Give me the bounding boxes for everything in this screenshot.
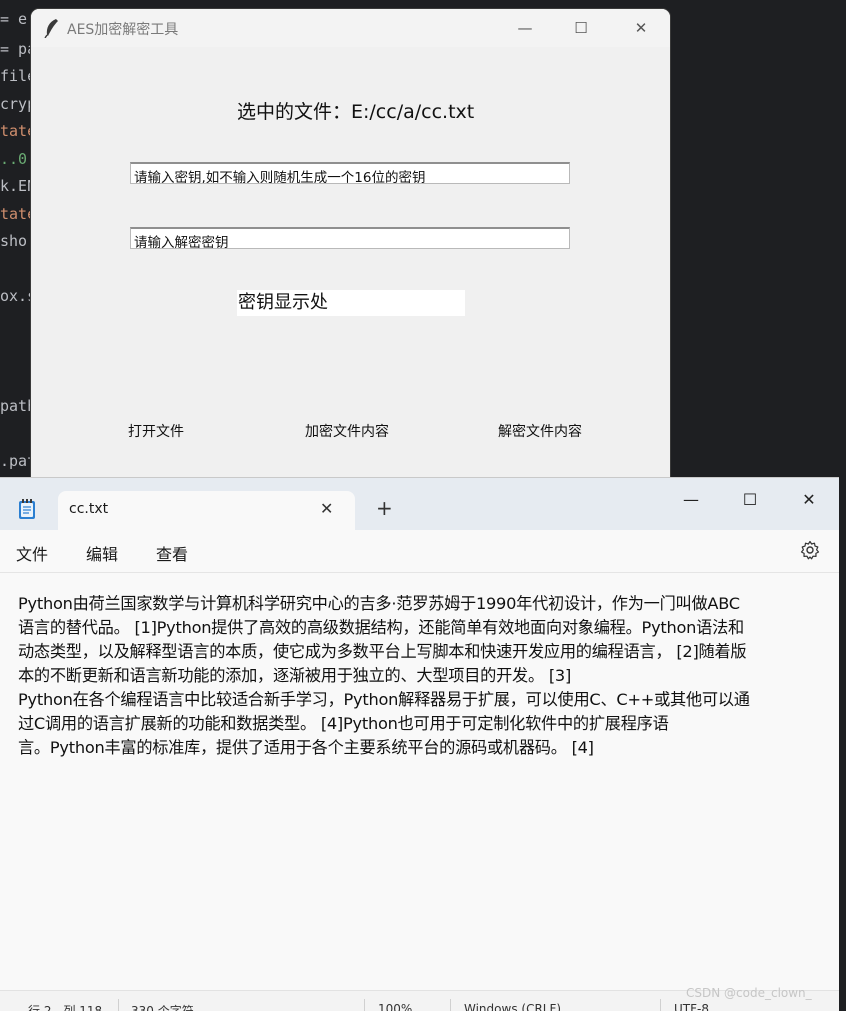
status-separator [364,999,365,1011]
notepad-tab[interactable]: cc.txt ✕ [58,491,355,530]
open-file-button[interactable]: 打开文件 [128,421,184,441]
close-icon: ✕ [802,489,816,509]
status-separator [118,999,119,1011]
menu-divider [0,572,839,573]
menu-view[interactable]: 查看 [156,541,188,565]
aes-window-title: AES加密解密工具 [67,22,179,38]
tab-close-icon[interactable]: ✕ [320,499,333,518]
status-encoding[interactable]: UTF-8 [674,1002,709,1011]
text-line: 过C调用的语言扩展新的功能和数据类型。 [4]Python也可用于可定制化软件中… [18,714,669,733]
new-tab-button[interactable]: + [376,497,393,519]
decrypt-button[interactable]: 解密文件内容 [498,421,582,441]
text-line: 动态类型，以及解释型语言的本质，使它成为多数平台上写脚本和快速开发应用的编程语言… [18,642,747,661]
status-line-ending[interactable]: Windows (CRLF) [464,1002,561,1011]
code-line: sho [0,232,28,250]
status-zoom[interactable]: 100% [378,1002,412,1011]
decrypt-key-input[interactable]: 请输入解密密钥 [130,227,570,249]
text-line: 本的不断更新和语言新功能的添加，逐渐被用于独立的、大型项目的开发。 [3] [18,666,572,685]
notepad-menu-bar: 文件 编辑 查看 [0,530,839,572]
minimize-icon: — [517,19,533,37]
status-separator [450,999,451,1011]
notepad-maximize-button[interactable]: ☐ [720,484,780,514]
notepad-tab-bar: cc.txt ✕ + — ☐ ✕ [0,478,839,530]
notepad-text-area[interactable]: Python由荷兰国家数学与计算机科学研究中心的吉多·范罗苏姆于1990年代初设… [18,592,839,760]
minimize-icon: — [683,489,699,509]
notepad-minimize-button[interactable]: — [661,484,721,514]
code-line: = e [0,10,28,28]
menu-edit[interactable]: 编辑 [86,541,118,565]
notepad-close-button[interactable]: ✕ [779,484,839,514]
settings-gear-icon[interactable] [800,540,820,560]
text-line: 语言的替代品。 [1]Python提供了高效的高级数据结构，还能简单有效地面向对… [18,618,744,637]
aes-minimize-button[interactable]: — [497,9,553,47]
tab-title: cc.txt [69,501,109,517]
aes-close-button[interactable]: ✕ [613,9,669,47]
text-line: Python在各个编程语言中比较适合新手学习，Python解释器易于扩展，可以使… [18,690,750,709]
selected-file-label: 选中的文件：E:/cc/a/cc.txt [237,101,475,123]
csdn-watermark: CSDN @code_clown_ [686,986,812,1000]
aes-maximize-button[interactable]: ☐ [553,9,609,47]
text-line: 言。Python丰富的标准库，提供了适用于各个主要系统平台的源码或机器码。 [4… [18,738,594,757]
key-display-field: 密钥显示处 [237,290,465,316]
aes-titlebar: AES加密解密工具 — ☐ ✕ [31,9,670,47]
close-icon: ✕ [634,19,648,37]
maximize-icon: ☐ [742,489,758,509]
status-cursor-position: 行 2，列 118 [28,1004,103,1011]
notepad-icon [19,499,35,519]
status-char-count: 330 个字符 [131,1004,194,1011]
maximize-icon: ☐ [574,19,588,37]
notepad-window: cc.txt ✕ + — ☐ ✕ 文件 编辑 查看 Python由荷兰国家数学与… [0,478,839,1011]
feather-icon [44,19,58,38]
encrypt-button[interactable]: 加密文件内容 [305,421,389,441]
aes-tool-window: AES加密解密工具 — ☐ ✕ 选中的文件：E:/cc/a/cc.txt 请输入… [31,9,670,484]
text-line: Python由荷兰国家数学与计算机科学研究中心的吉多·范罗苏姆于1990年代初设… [18,594,740,613]
menu-file[interactable]: 文件 [16,541,48,565]
encrypt-key-input[interactable]: 请输入密钥,如不输入则随机生成一个16位的密钥 [130,162,570,184]
status-separator [660,999,661,1011]
